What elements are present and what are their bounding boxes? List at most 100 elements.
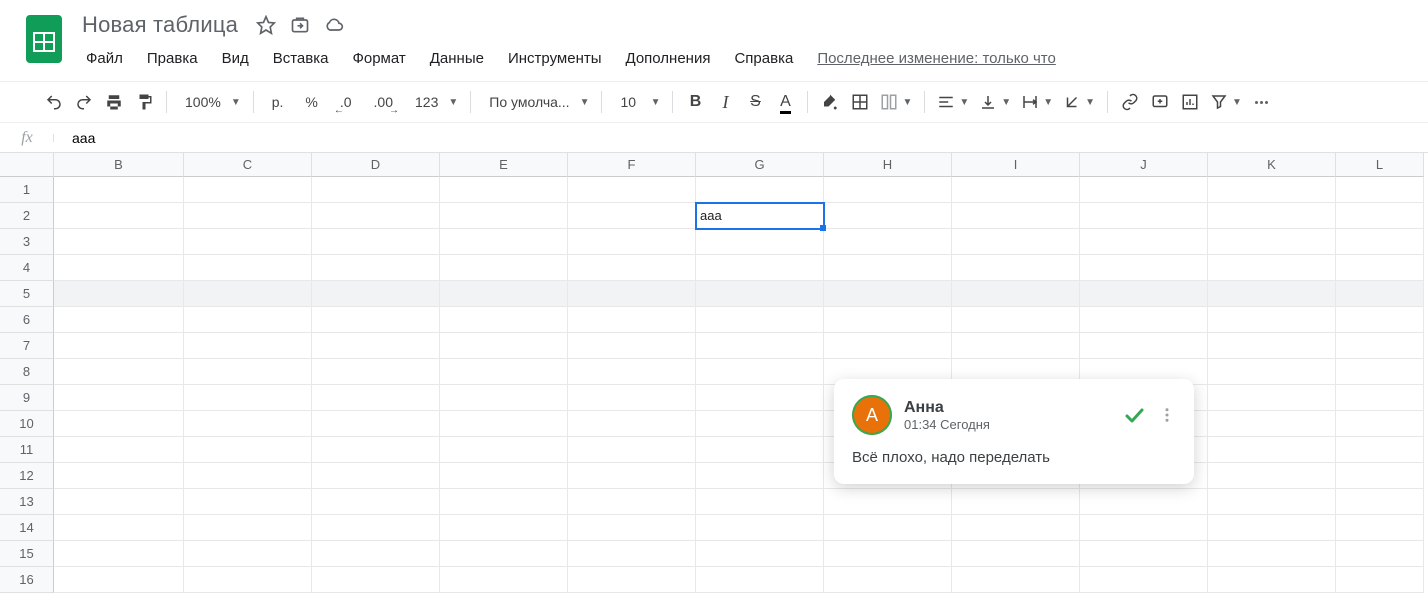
undo-icon[interactable] xyxy=(40,88,68,116)
cell[interactable] xyxy=(54,307,184,333)
horizontal-align-dropdown[interactable]: ▼ xyxy=(933,88,973,116)
cell[interactable] xyxy=(184,203,312,229)
move-icon[interactable] xyxy=(288,13,312,37)
cell[interactable] xyxy=(824,307,952,333)
cell[interactable] xyxy=(824,489,952,515)
cell[interactable] xyxy=(696,411,824,437)
cell[interactable] xyxy=(440,411,568,437)
cell[interactable] xyxy=(312,281,440,307)
print-icon[interactable] xyxy=(100,88,128,116)
row-header[interactable]: 2 xyxy=(0,203,54,229)
cell[interactable] xyxy=(568,437,696,463)
cell[interactable] xyxy=(568,359,696,385)
cell[interactable] xyxy=(952,177,1080,203)
cell[interactable] xyxy=(440,203,568,229)
row-header[interactable]: 11 xyxy=(0,437,54,463)
cell[interactable] xyxy=(1080,333,1208,359)
menu-tools[interactable]: Инструменты xyxy=(498,44,612,73)
currency-button[interactable]: р. xyxy=(262,88,294,116)
cell[interactable] xyxy=(568,229,696,255)
cell[interactable] xyxy=(568,177,696,203)
text-wrap-dropdown[interactable]: ▼ xyxy=(1017,88,1057,116)
cell[interactable] xyxy=(1208,567,1336,593)
cell[interactable] xyxy=(1208,333,1336,359)
row-header[interactable]: 7 xyxy=(0,333,54,359)
cell[interactable] xyxy=(54,203,184,229)
cell[interactable] xyxy=(1336,541,1424,567)
menu-help[interactable]: Справка xyxy=(724,44,803,73)
cell[interactable] xyxy=(1336,177,1424,203)
cell[interactable] xyxy=(1208,255,1336,281)
cell[interactable] xyxy=(184,359,312,385)
cell[interactable] xyxy=(440,489,568,515)
row-header[interactable]: 12 xyxy=(0,463,54,489)
cell[interactable] xyxy=(440,307,568,333)
cell[interactable] xyxy=(184,411,312,437)
resolve-comment-icon[interactable] xyxy=(1122,403,1146,427)
menu-format[interactable]: Формат xyxy=(342,44,415,73)
cell[interactable] xyxy=(952,281,1080,307)
cell[interactable] xyxy=(1080,281,1208,307)
redo-icon[interactable] xyxy=(70,88,98,116)
cell[interactable] xyxy=(1336,203,1424,229)
cell[interactable] xyxy=(696,567,824,593)
row-header[interactable]: 8 xyxy=(0,359,54,385)
row-header[interactable]: 15 xyxy=(0,541,54,567)
row-header[interactable]: 3 xyxy=(0,229,54,255)
cell[interactable] xyxy=(312,411,440,437)
cell[interactable] xyxy=(696,463,824,489)
cell[interactable] xyxy=(824,515,952,541)
cell[interactable] xyxy=(184,229,312,255)
column-header[interactable]: L xyxy=(1336,153,1424,177)
row-header[interactable]: 1 xyxy=(0,177,54,203)
cell[interactable] xyxy=(440,515,568,541)
italic-button[interactable]: I xyxy=(711,88,739,116)
cell[interactable] xyxy=(952,255,1080,281)
bold-button[interactable]: B xyxy=(681,88,709,116)
text-color-button[interactable]: A xyxy=(771,88,799,116)
cell[interactable] xyxy=(952,333,1080,359)
cell[interactable] xyxy=(440,229,568,255)
cell[interactable] xyxy=(1336,229,1424,255)
cell[interactable] xyxy=(696,359,824,385)
cell[interactable] xyxy=(824,229,952,255)
percent-button[interactable]: % xyxy=(295,88,327,116)
cell[interactable] xyxy=(440,281,568,307)
cell[interactable] xyxy=(1336,333,1424,359)
cell[interactable] xyxy=(568,411,696,437)
cell[interactable] xyxy=(1208,203,1336,229)
cell[interactable] xyxy=(952,203,1080,229)
cell[interactable] xyxy=(824,541,952,567)
cell[interactable] xyxy=(184,541,312,567)
cell[interactable] xyxy=(696,307,824,333)
merge-cells-dropdown[interactable]: ▼ xyxy=(876,88,916,116)
cell[interactable] xyxy=(1080,307,1208,333)
cell[interactable] xyxy=(568,281,696,307)
cell[interactable] xyxy=(312,177,440,203)
star-icon[interactable] xyxy=(254,13,278,37)
cell[interactable] xyxy=(1336,385,1424,411)
cell[interactable] xyxy=(54,255,184,281)
cell[interactable] xyxy=(440,567,568,593)
row-header[interactable]: 16 xyxy=(0,567,54,593)
cell[interactable] xyxy=(1336,359,1424,385)
formula-input[interactable] xyxy=(54,130,1428,146)
number-format-dropdown[interactable]: 123▼ xyxy=(405,88,462,116)
cell[interactable] xyxy=(824,567,952,593)
cell[interactable] xyxy=(312,229,440,255)
cell[interactable] xyxy=(54,463,184,489)
menu-view[interactable]: Вид xyxy=(212,44,259,73)
cell[interactable] xyxy=(1208,437,1336,463)
menu-insert[interactable]: Вставка xyxy=(263,44,339,73)
cell[interactable] xyxy=(312,515,440,541)
cell[interactable] xyxy=(1208,489,1336,515)
cell[interactable] xyxy=(824,281,952,307)
column-header[interactable]: J xyxy=(1080,153,1208,177)
cell[interactable] xyxy=(1336,567,1424,593)
cell[interactable] xyxy=(312,359,440,385)
cell[interactable] xyxy=(54,411,184,437)
cell[interactable] xyxy=(1080,515,1208,541)
cell[interactable] xyxy=(568,463,696,489)
menu-data[interactable]: Данные xyxy=(420,44,494,73)
select-all-corner[interactable] xyxy=(0,153,54,177)
